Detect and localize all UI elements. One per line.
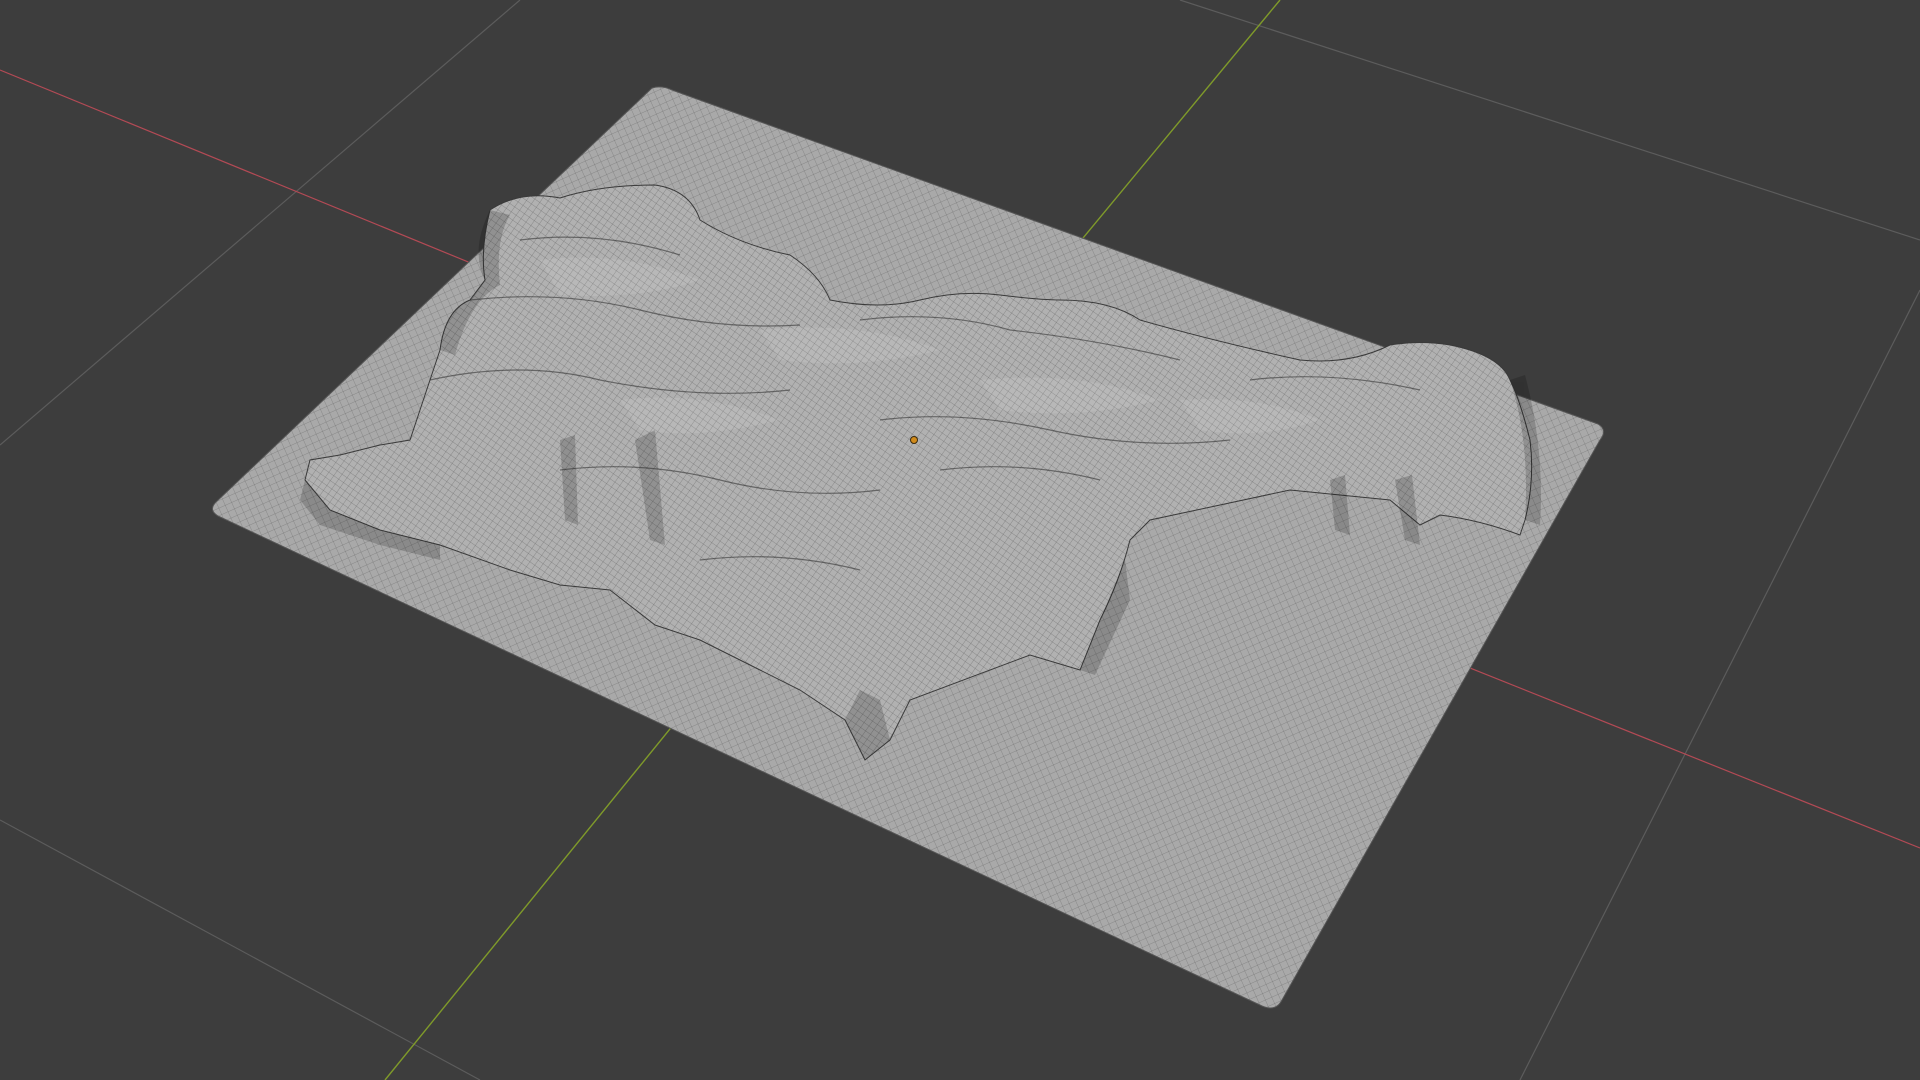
viewport-canvas[interactable] [0,0,1920,1080]
terrain-mesh[interactable] [212,86,1604,1009]
object-origin-icon[interactable] [910,436,918,444]
3d-viewport[interactable] [0,0,1920,1080]
